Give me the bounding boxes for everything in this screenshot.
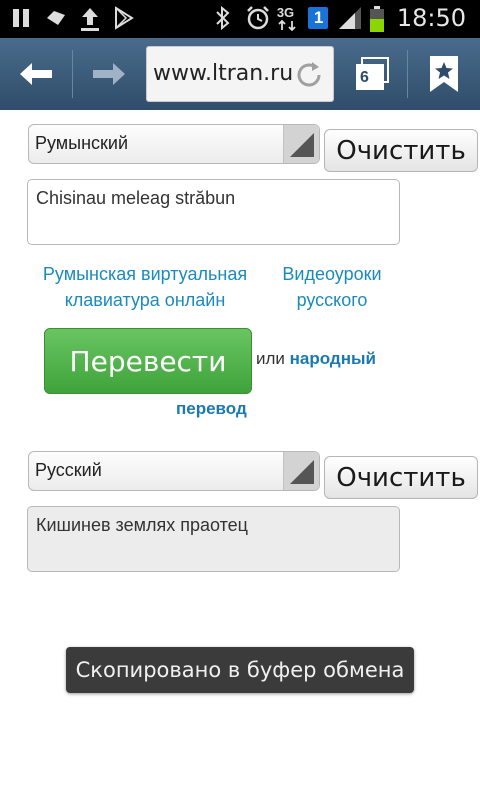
target-clear-button[interactable]: Очистить (324, 456, 478, 499)
forward-arrow-icon (93, 63, 125, 85)
network-3g-icon: 3G (277, 5, 299, 31)
clock: 18:50 (396, 4, 466, 32)
tabs-icon (356, 57, 389, 90)
video-lessons-link[interactable]: Видеоуроки русского (270, 261, 394, 313)
bluetooth-icon (213, 5, 237, 31)
source-language-select[interactable]: Румынский (28, 124, 320, 164)
pause-icon (10, 6, 34, 32)
reload-icon[interactable] (293, 59, 325, 96)
or-text: или народный (256, 349, 376, 369)
bookmarks-button[interactable] (408, 38, 480, 110)
bookmark-star-icon (430, 56, 458, 92)
copied-toast: Скопировано в буфер обмена (66, 647, 414, 693)
forward-button[interactable] (73, 38, 145, 110)
source-language-value: Румынский (35, 133, 129, 153)
dropdown-arrow-icon (283, 125, 319, 163)
source-text-input[interactable]: Chisinau meleag străbun (27, 179, 400, 245)
tabs-count: 6 (360, 69, 369, 86)
play-store-icon (112, 6, 136, 32)
browser-toolbar: www.ltran.ru 6 (0, 38, 480, 110)
upload-icon (78, 6, 102, 32)
translation-output[interactable]: Кишинев землях праотец (27, 506, 400, 572)
back-arrow-icon (20, 63, 52, 85)
back-button[interactable] (0, 38, 72, 110)
target-language-value: Русский (35, 460, 102, 480)
sim-1-icon: 1 (307, 5, 329, 31)
signal-strength-icon (337, 5, 361, 31)
target-language-select[interactable]: Русский (28, 451, 320, 491)
tabs-button[interactable]: 6 (338, 38, 406, 110)
virtual-keyboard-link[interactable]: Румынская виртуальная клавиатура онлайн (30, 261, 260, 313)
notification-icon (44, 6, 68, 32)
url-text: www.ltran.ru (153, 61, 294, 86)
or-label: или (256, 349, 285, 368)
translate-button[interactable]: Перевести (44, 328, 252, 394)
alarm-icon (245, 5, 269, 31)
dropdown-arrow-icon (283, 452, 319, 490)
address-bar[interactable]: www.ltran.ru (146, 46, 334, 102)
battery-icon (369, 5, 385, 32)
folk-translation-link-part-1[interactable]: народный (290, 349, 376, 368)
folk-translation-link-part-2[interactable]: перевод (176, 399, 247, 419)
source-clear-button[interactable]: Очистить (324, 129, 478, 172)
status-bar: 3G 1 18:50 (0, 0, 480, 38)
